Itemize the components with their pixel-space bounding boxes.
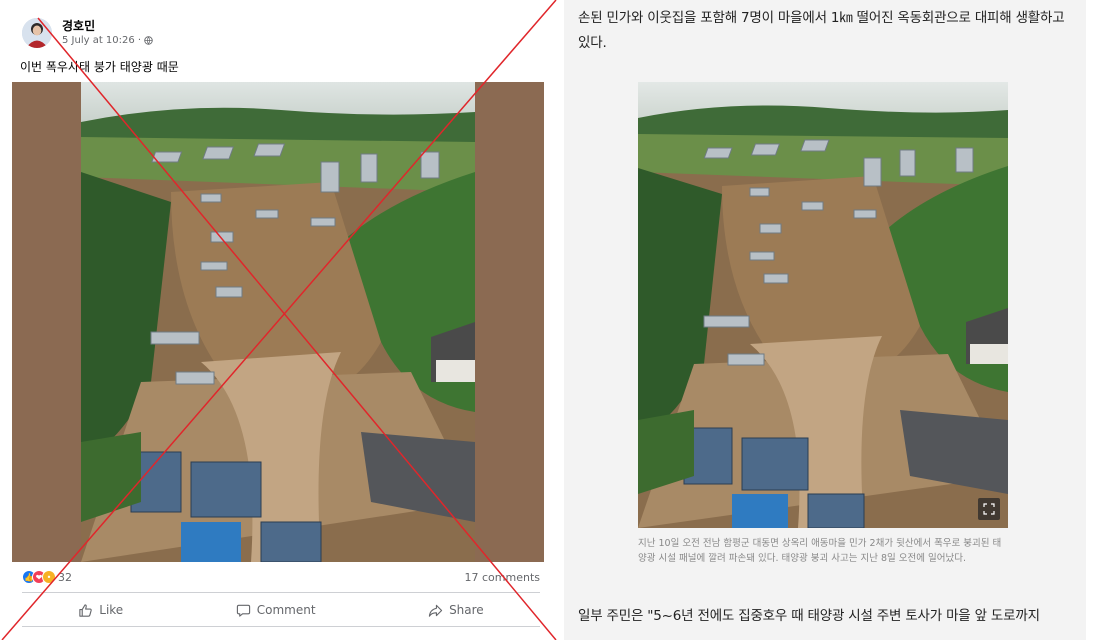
comment-icon (236, 604, 250, 617)
thumbs-up-icon (79, 603, 92, 617)
post-stats: 👍 ❤ • 32 17 comments (22, 568, 540, 586)
article-figure: 지난 10일 오전 전남 함평군 대동면 상옥리 애동마을 민가 2채가 뒷산에… (638, 82, 1008, 566)
divider (22, 592, 540, 593)
post-text: 이번 폭우사태 붕가 태양광 때문 (20, 60, 179, 74)
post-timestamp[interactable]: 5 July at 10:26 · (62, 34, 153, 47)
comment-label: Comment (256, 603, 316, 617)
globe-icon (144, 36, 153, 45)
wow-reaction-icon: • (42, 570, 56, 584)
reaction-count: 32 (58, 570, 72, 584)
article-photo[interactable] (638, 82, 1008, 529)
landslide-photo (81, 82, 475, 562)
landslide-photo (638, 82, 1008, 529)
like-button[interactable]: Like (78, 603, 123, 618)
post-photo[interactable] (12, 82, 544, 562)
divider (22, 626, 540, 627)
avatar[interactable] (22, 18, 52, 48)
photo-caption: 지난 10일 오전 전남 함평군 대동면 상옥리 애동마을 민가 2채가 뒷산에… (638, 538, 1002, 564)
post-actions: Like Comment Share (22, 596, 540, 624)
post-header: 경호민 5 July at 10:26 · (22, 18, 153, 48)
article-paragraph-top: 손된 민가와 이웃집을 포함해 7명이 마을에서 1㎞ 떨어진 옥동회관으로 대… (578, 10, 1065, 51)
author-name[interactable]: 경호민 (62, 19, 153, 34)
share-arrow-icon (428, 604, 443, 617)
reactions-summary[interactable]: 👍 ❤ • 32 (22, 570, 72, 584)
share-label: Share (449, 603, 484, 617)
like-label: Like (99, 603, 124, 617)
share-button[interactable]: Share (428, 603, 484, 618)
expand-icon[interactable] (978, 498, 1000, 520)
comment-button[interactable]: Comment (236, 603, 316, 618)
news-article: 손된 민가와 이웃집을 포함해 7명이 마을에서 1㎞ 떨어진 옥동회관으로 대… (564, 0, 1086, 640)
facebook-post: 경호민 5 July at 10:26 · 이번 폭우사태 붕가 태양광 때문 (0, 0, 550, 640)
timestamp-text[interactable]: 5 July at 10:26 · (62, 34, 141, 47)
comments-count[interactable]: 17 comments (465, 571, 541, 584)
article-paragraph-bottom: 일부 주민은 "5~6년 전에도 집중호우 때 태양광 시설 주변 토사가 마을… (578, 608, 1040, 624)
